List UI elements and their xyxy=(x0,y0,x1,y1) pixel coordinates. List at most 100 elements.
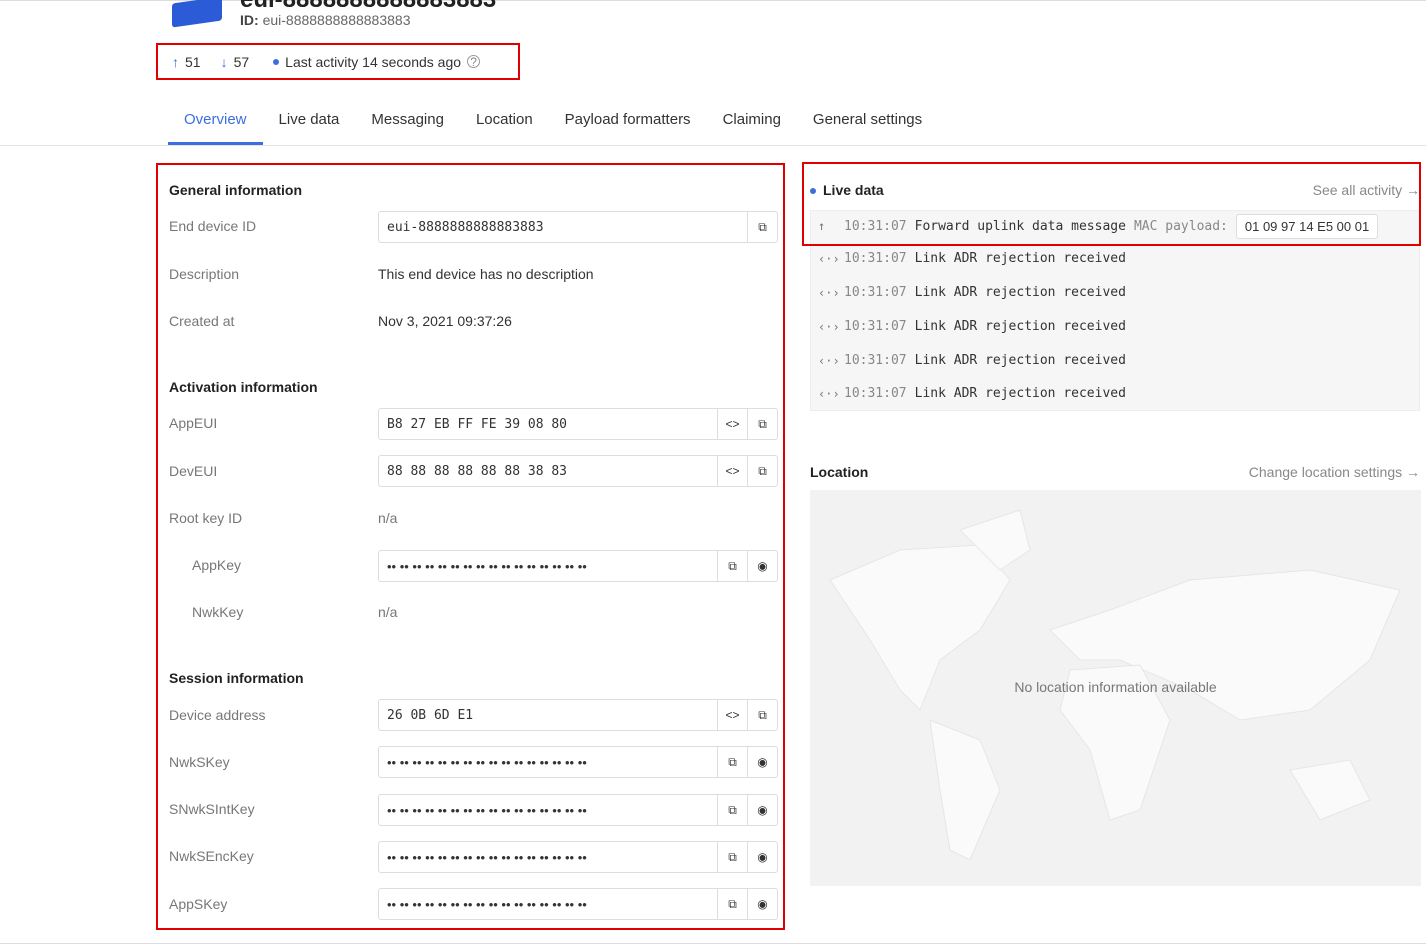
device-address-label: Device address xyxy=(169,707,266,723)
appeui-label: AppEUI xyxy=(169,415,218,431)
device-icon xyxy=(172,0,222,28)
end-device-id-field: eui-8888888888883883 ⧉ xyxy=(378,211,778,243)
mac-command-icon: ‹·› xyxy=(818,285,840,300)
event-row[interactable]: ‹·› 10:31:07 Link ADR rejection received xyxy=(818,251,1126,266)
copy-icon[interactable]: ⧉ xyxy=(717,842,747,872)
mac-command-icon: ‹·› xyxy=(818,353,840,368)
event-text: Link ADR rejection received xyxy=(914,353,1126,368)
tab-claiming[interactable]: Claiming xyxy=(707,108,797,145)
appeui-field: B8 27 EB FF FE 39 08 80 <> ⧉ xyxy=(378,408,778,440)
tab-divider xyxy=(0,145,1426,146)
nwksenckey-field: •• •• •• •• •• •• •• •• •• •• •• •• •• •… xyxy=(378,841,778,873)
device-address-field: 26 0B 6D E1 <> ⧉ xyxy=(378,699,778,731)
id-value: eui-8888888888883883 xyxy=(262,12,411,28)
nwksenckey-label: NwkSEncKey xyxy=(169,848,254,864)
description-label: Description xyxy=(169,266,240,282)
tab-payload-formatters[interactable]: Payload formatters xyxy=(549,108,707,145)
root-key-label: Root key ID xyxy=(169,510,243,526)
eye-icon[interactable]: ◉ xyxy=(747,747,777,777)
uplink-arrow-icon: ↑ xyxy=(172,53,179,70)
event-time: 10:31:07 xyxy=(844,353,907,368)
tab-general-settings[interactable]: General settings xyxy=(797,108,938,145)
device-id: ID: eui-8888888888883883 xyxy=(240,12,411,28)
event-row[interactable]: ‹·› 10:31:07 Link ADR rejection received xyxy=(818,386,1126,401)
event-row[interactable]: ‹·› 10:31:07 Link ADR rejection received xyxy=(818,319,1126,334)
deveui-label: DevEUI xyxy=(169,463,218,479)
event-row[interactable]: ‹·› 10:31:07 Link ADR rejection received xyxy=(818,353,1126,368)
event-text: Link ADR rejection received xyxy=(914,319,1126,334)
activity-stats: ↑ 51 ↓ 57 Last activity 14 seconds ago ? xyxy=(156,43,520,80)
appskey-label: AppSKey xyxy=(169,896,228,912)
nwkskey-field: •• •• •• •• •• •• •• •• •• •• •• •• •• •… xyxy=(378,746,778,778)
copy-icon[interactable]: ⧉ xyxy=(747,409,777,439)
mac-command-icon: ‹·› xyxy=(818,319,840,334)
downlink-count: 57 xyxy=(233,53,250,70)
no-location-message: No location information available xyxy=(1014,679,1217,695)
eye-icon[interactable]: ◉ xyxy=(747,795,777,825)
end-device-id-value: eui-8888888888883883 xyxy=(387,219,544,235)
appskey-value: •• •• •• •• •• •• •• •• •• •• •• •• •• •… xyxy=(387,896,587,912)
see-all-activity-link[interactable]: See all activity → xyxy=(1313,182,1420,198)
appeui-value: B8 27 EB FF FE 39 08 80 xyxy=(387,416,568,432)
activation-heading: Activation information xyxy=(169,379,318,395)
tab-live-data[interactable]: Live data xyxy=(263,108,356,145)
general-heading: General information xyxy=(169,182,303,198)
nwkskey-value: •• •• •• •• •• •• •• •• •• •• •• •• •• •… xyxy=(387,754,587,770)
bottom-border xyxy=(0,943,1426,944)
created-label: Created at xyxy=(169,313,235,329)
nwkkey-value: n/a xyxy=(378,604,398,620)
tab-messaging[interactable]: Messaging xyxy=(355,108,460,145)
tab-bar: Overview Live data Messaging Location Pa… xyxy=(168,108,938,145)
code-toggle-icon[interactable]: <> xyxy=(717,456,747,486)
deveui-field: 88 88 88 88 88 88 38 83 <> ⧉ xyxy=(378,455,778,487)
eye-icon[interactable]: ◉ xyxy=(747,551,777,581)
event-row[interactable]: ‹·› 10:31:07 Link ADR rejection received xyxy=(818,285,1126,300)
copy-icon[interactable]: ⧉ xyxy=(717,551,747,581)
mac-payload-value: 01 09 97 14 E5 00 01 xyxy=(1235,213,1379,239)
code-toggle-icon[interactable]: <> xyxy=(717,700,747,730)
help-icon[interactable]: ? xyxy=(467,55,481,69)
nwkkey-label: NwkKey xyxy=(192,604,244,620)
id-label: ID: xyxy=(240,12,259,28)
tab-location[interactable]: Location xyxy=(460,108,549,145)
eye-icon[interactable]: ◉ xyxy=(747,842,777,872)
event-text: Link ADR rejection received xyxy=(914,285,1126,300)
nwksenckey-value: •• •• •• •• •• •• •• •• •• •• •• •• •• •… xyxy=(387,849,587,865)
event-time: 10:31:07 xyxy=(844,251,907,266)
end-device-id-label: End device ID xyxy=(169,218,257,234)
copy-icon[interactable]: ⧉ xyxy=(747,456,777,486)
copy-icon[interactable]: ⧉ xyxy=(747,212,777,242)
uplink-count: 51 xyxy=(185,53,201,70)
eye-icon[interactable]: ◉ xyxy=(747,889,777,919)
appkey-value: •• •• •• •• •• •• •• •• •• •• •• •• •• •… xyxy=(387,558,587,574)
copy-icon[interactable]: ⧉ xyxy=(717,889,747,919)
appskey-field: •• •• •• •• •• •• •• •• •• •• •• •• •• •… xyxy=(378,888,778,920)
status-dot-icon xyxy=(273,58,280,65)
code-toggle-icon[interactable]: <> xyxy=(717,409,747,439)
root-key-value: n/a xyxy=(378,510,398,526)
deveui-value: 88 88 88 88 88 88 38 83 xyxy=(387,463,568,479)
snwksintkey-label: SNwkSIntKey xyxy=(169,801,255,817)
copy-icon[interactable]: ⧉ xyxy=(717,747,747,777)
event-time: 10:31:07 xyxy=(844,386,907,401)
event-text: Link ADR rejection received xyxy=(914,251,1126,266)
appkey-label: AppKey xyxy=(192,557,242,573)
event-row[interactable]: ↑ 10:31:07 Forward uplink data message MAC … xyxy=(818,212,1379,240)
created-value: Nov 3, 2021 09:37:26 xyxy=(378,313,512,329)
copy-icon[interactable]: ⧉ xyxy=(747,700,777,730)
uplink-arrow-icon: ↑ xyxy=(818,219,826,233)
downlink-arrow-icon: ↓ xyxy=(220,53,228,70)
snwksintkey-field: •• •• •• •• •• •• •• •• •• •• •• •• •• •… xyxy=(378,794,778,826)
session-heading: Session information xyxy=(169,670,304,686)
nwkskey-label: NwkSKey xyxy=(169,754,230,770)
last-activity: Last activity 14 seconds ago xyxy=(285,53,462,70)
event-time: 10:31:07 xyxy=(844,319,907,334)
change-location-link[interactable]: Change location settings → xyxy=(1249,464,1420,480)
copy-icon[interactable]: ⧉ xyxy=(717,795,747,825)
appkey-field: •• •• •• •• •• •• •• •• •• •• •• •• •• •… xyxy=(378,550,778,582)
tab-overview[interactable]: Overview xyxy=(168,108,263,145)
live-data-heading: Live data xyxy=(823,182,884,198)
event-time: 10:31:07 xyxy=(844,285,907,300)
event-extra-label: MAC payload: xyxy=(1133,218,1228,234)
event-text: Link ADR rejection received xyxy=(914,386,1126,401)
